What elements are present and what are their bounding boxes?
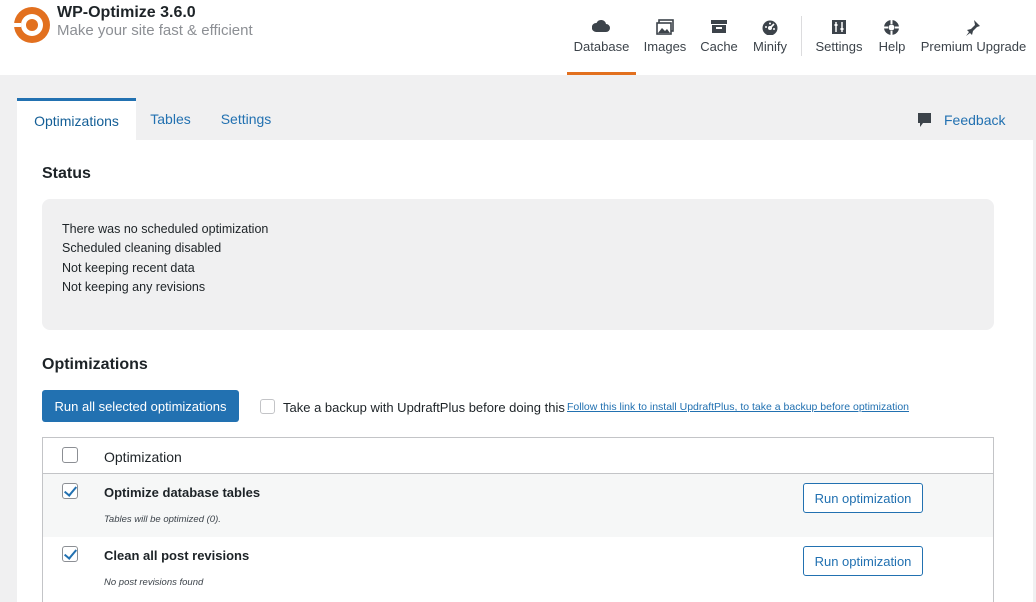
- images-icon: [656, 19, 674, 35]
- tab-settings[interactable]: Settings: [209, 98, 283, 140]
- optimizations-table: Optimization Optimize database tables Ta…: [42, 437, 994, 602]
- optimizations-heading: Optimizations: [42, 356, 148, 373]
- backup-checkbox[interactable]: [260, 399, 275, 414]
- status-line: There was no scheduled optimization: [62, 222, 269, 236]
- nav-database[interactable]: Database: [567, 0, 636, 75]
- run-optimization-button[interactable]: Run optimization: [803, 546, 923, 576]
- nav-label: Settings: [815, 39, 863, 54]
- tab-tables[interactable]: Tables: [138, 98, 203, 140]
- feedback-label: Feedback: [944, 112, 1006, 128]
- active-indicator: [567, 72, 636, 75]
- nav-label: Premium Upgrade: [920, 39, 1027, 54]
- status-line: Not keeping recent data: [62, 261, 195, 275]
- run-optimization-button[interactable]: Run optimization: [803, 483, 923, 513]
- feedback-icon: [918, 113, 931, 127]
- plugin-header: WP-Optimize 3.6.0 Make your site fast & …: [0, 0, 1036, 75]
- database-icon: [592, 19, 610, 32]
- status-line: Scheduled cleaning disabled: [62, 241, 222, 255]
- table-row: Optimize database tables Tables will be …: [43, 474, 993, 537]
- help-icon: [884, 20, 899, 35]
- nav-label: Images: [643, 39, 687, 54]
- nav-divider: [801, 16, 802, 56]
- premium-icon: [966, 20, 980, 36]
- nav-minify[interactable]: Minify: [748, 0, 792, 75]
- nav-premium-upgrade[interactable]: Premium Upgrade: [919, 0, 1028, 75]
- nav-label: Help: [878, 39, 906, 54]
- nav-label: Minify: [753, 39, 787, 54]
- nav-cache[interactable]: Cache: [697, 0, 741, 75]
- row-title: Clean all post revisions: [104, 548, 250, 563]
- table-row: Clean all post revisions No post revisio…: [43, 537, 993, 600]
- table-header: Optimization: [43, 438, 993, 474]
- row-checkbox[interactable]: [62, 546, 78, 562]
- nav-images[interactable]: Images: [640, 0, 690, 75]
- row-checkbox[interactable]: [62, 483, 78, 499]
- nav-settings[interactable]: Settings: [814, 0, 864, 75]
- plugin-title: WP-Optimize 3.6.0: [57, 4, 196, 21]
- status-line: Not keeping any revisions: [62, 280, 206, 294]
- row-description: Tables will be optimized (0).: [104, 514, 221, 525]
- tab-optimizations[interactable]: Optimizations: [17, 98, 136, 140]
- backup-label: Take a backup with UpdraftPlus before do…: [283, 400, 565, 415]
- settings-icon: [832, 20, 846, 34]
- select-all-checkbox[interactable]: [62, 447, 78, 463]
- install-updraftplus-link[interactable]: Follow this link to install UpdraftPlus,…: [567, 401, 909, 413]
- nav-label: Database: [573, 39, 630, 54]
- nav-label: Cache: [700, 39, 738, 54]
- row-description: No post revisions found: [104, 577, 204, 588]
- status-heading: Status: [42, 165, 91, 182]
- nav-help[interactable]: Help: [876, 0, 908, 75]
- column-header-optimization: Optimization: [104, 449, 182, 465]
- plugin-subtitle: Make your site fast & efficient: [57, 22, 253, 39]
- row-title: Optimize database tables: [104, 485, 261, 500]
- minify-icon: [762, 20, 778, 35]
- cache-icon: [711, 20, 727, 33]
- feedback-link[interactable]: Feedback: [917, 112, 1005, 128]
- run-all-optimizations-button[interactable]: Run all selected optimizations: [42, 390, 239, 422]
- wp-optimize-logo-icon: [12, 7, 50, 43]
